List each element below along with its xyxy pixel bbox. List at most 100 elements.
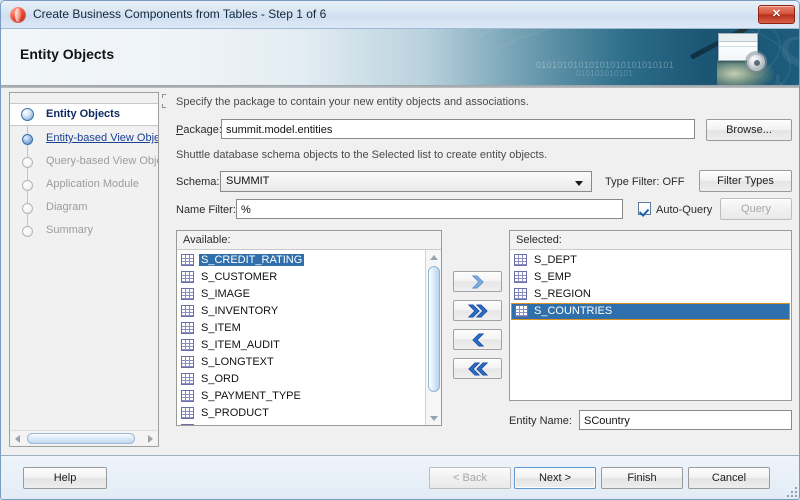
back-button: < Back <box>429 467 511 489</box>
list-item-label: S_PRODUCT <box>201 407 269 419</box>
list-item[interactable]: S_PAYMENT_TYPE <box>178 388 425 405</box>
available-label: Available: <box>177 231 441 250</box>
scroll-down-arrow-icon[interactable] <box>430 416 438 421</box>
schema-label: Schema: <box>176 176 220 188</box>
sidebar-item-summary: Summary <box>10 220 158 243</box>
finish-button[interactable]: Finish <box>601 467 683 489</box>
list-item-label: S_CREDIT_RATING <box>199 254 305 266</box>
single-chevron-left-icon <box>472 333 485 347</box>
list-item-label: S_PAYMENT_TYPE <box>201 390 301 402</box>
list-item-label: S_CUSTOMER <box>201 271 278 283</box>
filter-types-button[interactable]: Filter Types <box>699 170 792 192</box>
page-title: Entity Objects <box>20 46 115 62</box>
shuttle-hint-text: Shuttle database schema objects to the S… <box>176 149 548 161</box>
list-item[interactable]: S_INVENTORY <box>178 303 425 320</box>
list-item[interactable]: S_ORD <box>178 371 425 388</box>
cancel-button[interactable]: Cancel <box>688 467 770 489</box>
selected-listbox[interactable]: Selected: S_DEPT S_EMP S_REGION S_COUNTR… <box>509 230 792 401</box>
table-icon <box>181 322 194 334</box>
step-bullet-icon <box>21 108 34 121</box>
name-filter-input[interactable]: % <box>236 199 623 219</box>
double-chevron-left-icon <box>468 362 489 376</box>
panel-splitter[interactable] <box>160 88 168 451</box>
sidebar-item-label: Entity-based View Obje <box>46 132 158 144</box>
table-icon <box>181 254 194 266</box>
scrollbar-thumb[interactable] <box>428 266 440 392</box>
sidebar-horizontal-scrollbar[interactable] <box>11 430 157 445</box>
splitter-grip-down-icon[interactable] <box>162 104 166 108</box>
move-all-right-button[interactable] <box>453 300 502 321</box>
content-area: Entity Objects Entity-based View Obje Qu… <box>1 88 799 455</box>
scroll-left-arrow-icon[interactable] <box>15 435 20 443</box>
table-icon <box>181 390 194 402</box>
list-item[interactable]: S_COUNTRIES <box>511 303 790 320</box>
schema-select[interactable]: SUMMIT <box>220 171 592 192</box>
table-icon <box>181 373 194 385</box>
sidebar-item-entity-based-view-objects[interactable]: Entity-based View Obje <box>10 128 158 151</box>
list-item[interactable]: S_ITEM <box>178 320 425 337</box>
sidebar-item-label: Diagram <box>46 201 88 213</box>
schema-selected-value: SUMMIT <box>226 175 270 187</box>
selected-label: Selected: <box>510 231 791 250</box>
list-item[interactable]: S_ITEM_AUDIT <box>178 337 425 354</box>
list-item[interactable]: S_PRODUCT <box>178 405 425 422</box>
list-item[interactable]: S_CREDIT_RATING <box>178 252 425 269</box>
list-item-label: S_ORD <box>201 373 239 385</box>
entity-name-label: Entity Name: <box>509 415 572 427</box>
list-item-label: S_ITEM <box>201 322 241 334</box>
table-icon <box>181 356 194 368</box>
step-bullet-icon <box>22 134 33 145</box>
list-item[interactable]: S_DEPT <box>511 252 790 269</box>
sidebar-item-diagram: Diagram <box>10 197 158 220</box>
table-icon <box>515 305 528 317</box>
list-item[interactable]: S_TITLE <box>178 422 425 425</box>
main-panel: Specify the package to contain your new … <box>168 88 799 455</box>
package-input[interactable]: summit.model.entities <box>221 119 695 139</box>
package-label: Package: <box>176 124 222 136</box>
close-button[interactable]: ✕ <box>758 5 795 24</box>
banner-watermark-icon: S <box>774 29 799 85</box>
name-filter-label: Name Filter: <box>176 204 236 216</box>
scroll-up-arrow-icon[interactable] <box>430 255 438 260</box>
scrollbar-thumb[interactable] <box>27 433 135 444</box>
chevron-down-icon <box>575 181 583 186</box>
move-right-button[interactable] <box>453 271 502 292</box>
table-icon <box>514 271 527 283</box>
sidebar-item-query-based-view-objects: Query-based View Obje <box>10 151 158 174</box>
table-icon <box>181 305 194 317</box>
table-icon <box>514 288 527 300</box>
wizard-banner: Entity Objects S 01010101010101010101010… <box>1 29 799 85</box>
list-item[interactable]: S_CUSTOMER <box>178 269 425 286</box>
step-bullet-icon <box>22 157 33 168</box>
sidebar-item-application-module: Application Module <box>10 174 158 197</box>
scroll-right-arrow-icon[interactable] <box>148 435 153 443</box>
entity-name-input[interactable]: SCountry <box>579 410 792 430</box>
available-listbox[interactable]: Available: S_CREDIT_RATING S_CUSTOMER S_… <box>176 230 442 426</box>
next-button[interactable]: Next > <box>514 467 596 489</box>
move-all-left-button[interactable] <box>453 358 502 379</box>
double-chevron-right-icon <box>468 304 488 318</box>
list-item[interactable]: S_REGION <box>511 286 790 303</box>
resize-grip-icon[interactable] <box>786 486 798 498</box>
step-bullet-icon <box>22 180 33 191</box>
auto-query-checkbox[interactable] <box>638 202 651 215</box>
list-item[interactable]: S_IMAGE <box>178 286 425 303</box>
list-item[interactable]: S_EMP <box>511 269 790 286</box>
oracle-sphere-icon <box>10 7 26 23</box>
splitter-grip-up-icon[interactable] <box>162 94 166 98</box>
step-bullet-icon <box>22 203 33 214</box>
list-item[interactable]: S_LONGTEXT <box>178 354 425 371</box>
gear-icon <box>747 53 765 71</box>
list-item-label: S_EMP <box>534 271 572 283</box>
single-chevron-right-icon <box>471 275 484 289</box>
move-left-button[interactable] <box>453 329 502 350</box>
table-icon <box>514 254 527 266</box>
available-vertical-scrollbar[interactable] <box>425 250 441 425</box>
browse-button[interactable]: Browse... <box>706 119 792 141</box>
list-item-label: S_ITEM_AUDIT <box>201 339 280 351</box>
binary-decoration-text: 010101010101 <box>576 69 633 78</box>
sidebar-item-label: Entity Objects <box>46 108 120 120</box>
help-button[interactable]: Help <box>23 467 107 489</box>
sidebar-item-label: Query-based View Obje <box>46 155 158 167</box>
sidebar-item-entity-objects[interactable]: Entity Objects <box>10 103 158 126</box>
